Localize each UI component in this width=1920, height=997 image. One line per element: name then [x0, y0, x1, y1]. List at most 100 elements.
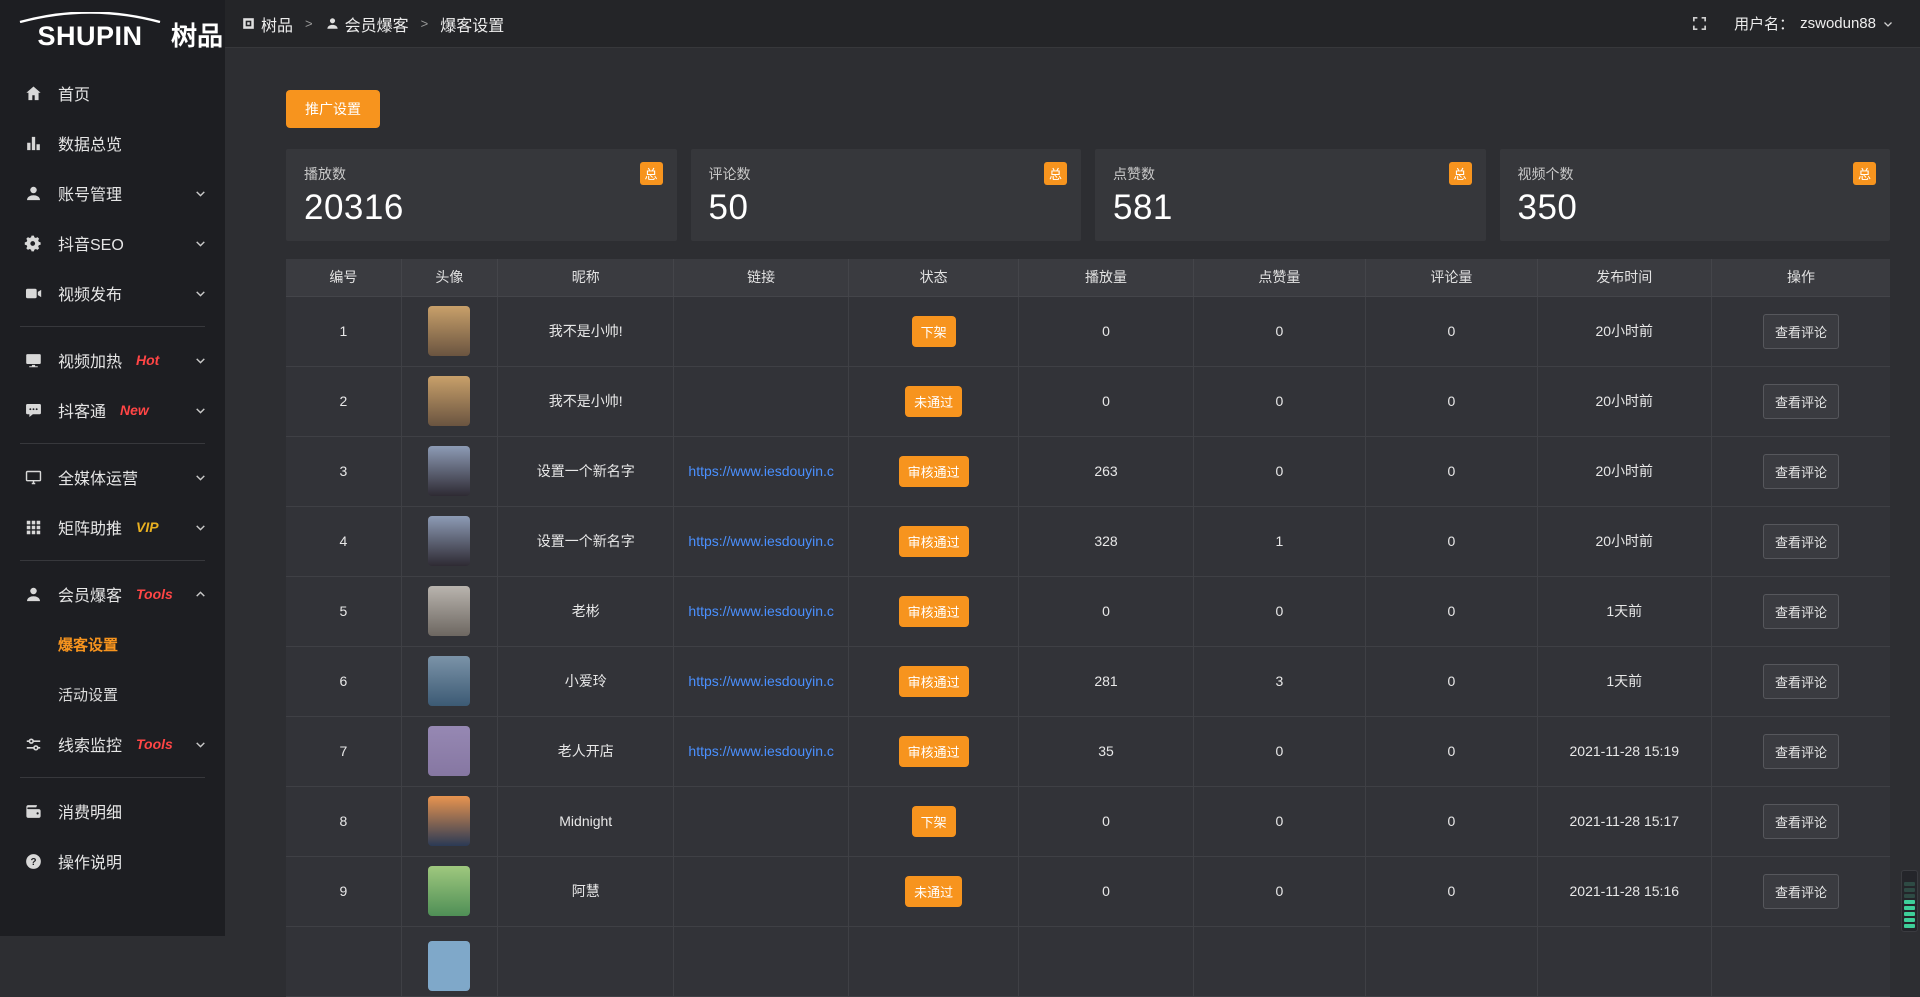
total-badge[interactable]: 总: [640, 162, 663, 185]
cell-nickname: 我不是小帅!: [498, 296, 674, 366]
breadcrumb-item-0[interactable]: 树品: [241, 12, 293, 36]
status-badge[interactable]: 审核通过: [899, 526, 969, 557]
cell-id: 2: [286, 366, 401, 436]
cell-id: 3: [286, 436, 401, 506]
cell-nickname: 小爱玲: [498, 646, 674, 716]
sidebar-item-clue-monitor[interactable]: 线索监控 Tools: [0, 719, 225, 769]
sidebar-item-douyin-seo[interactable]: 抖音SEO: [0, 218, 225, 268]
app-icon: [241, 16, 256, 31]
sidebar-subitem-baoke-settings[interactable]: 爆客设置: [0, 619, 225, 669]
cell-time: 1天前: [1537, 646, 1711, 716]
status-badge[interactable]: 审核通过: [899, 666, 969, 697]
sidebar-subitem-activity-settings[interactable]: 活动设置: [0, 669, 225, 719]
sidebar-item-badge: VIP: [136, 519, 159, 535]
breadcrumb-separator: >: [305, 16, 313, 31]
profile-link[interactable]: https://www.iesdouyin.c: [674, 673, 847, 689]
sidebar-item-media-ops[interactable]: 全媒体运营: [0, 452, 225, 502]
view-comments-button[interactable]: 查看评论: [1763, 734, 1839, 769]
sidebar-item-label: 消费明细: [58, 799, 122, 823]
sidebar-item-video-publish[interactable]: 视频发布: [0, 268, 225, 318]
profile-link[interactable]: https://www.iesdouyin.c: [674, 743, 847, 759]
cell-time: 20小时前: [1537, 296, 1711, 366]
table-row: 9 阿慧 未通过 0 0 0 2021-11-28 15:16 查看评论: [286, 856, 1890, 926]
status-badge[interactable]: 未通过: [905, 876, 962, 907]
cell-plays: 0: [1019, 856, 1193, 926]
sidebar-item-data-overview[interactable]: 数据总览: [0, 118, 225, 168]
status-badge[interactable]: 审核通过: [899, 456, 969, 487]
cell-id: 5: [286, 576, 401, 646]
cell-time: 2021-11-28 15:17: [1537, 786, 1711, 856]
total-badge[interactable]: 总: [1044, 162, 1067, 185]
cell-comments: 0: [1366, 856, 1537, 926]
total-badge[interactable]: 总: [1853, 162, 1876, 185]
promo-settings-button[interactable]: 推广设置: [286, 90, 380, 128]
view-comments-button[interactable]: 查看评论: [1763, 594, 1839, 629]
sidebar-item-member-baoke[interactable]: 会员爆客 Tools: [0, 569, 225, 619]
sidebar-item-home[interactable]: 首页: [0, 68, 225, 118]
stat-card-0: 播放数20316总: [286, 149, 677, 241]
gear-icon: [24, 234, 43, 253]
view-comments-button[interactable]: 查看评论: [1763, 524, 1839, 559]
cell-nickname: [498, 926, 674, 996]
profile-link[interactable]: https://www.iesdouyin.c: [674, 603, 847, 619]
sidebar-item-label: 线索监控: [58, 732, 122, 756]
status-badge[interactable]: 未通过: [905, 386, 962, 417]
table-row: 8 Midnight 下架 0 0 0 2021-11-28 15:17 查看评…: [286, 786, 1890, 856]
chevron-down-icon: [194, 404, 207, 417]
cell-status: 未通过: [848, 366, 1018, 436]
sidebar-item-badge: Hot: [136, 352, 159, 368]
cell-link: [674, 296, 848, 366]
user-icon: [325, 16, 340, 31]
profile-link[interactable]: https://www.iesdouyin.c: [674, 533, 847, 549]
cell-nickname: Midnight: [498, 786, 674, 856]
cell-avatar: [401, 856, 497, 926]
cell-likes: 1: [1193, 506, 1365, 576]
total-badge[interactable]: 总: [1449, 162, 1472, 185]
breadcrumb-item-1[interactable]: 会员爆客: [325, 12, 409, 36]
view-comments-button[interactable]: 查看评论: [1763, 804, 1839, 839]
status-badge[interactable]: 审核通过: [899, 596, 969, 627]
avatar: [428, 656, 470, 706]
status-badge[interactable]: 下架: [912, 316, 956, 347]
cell-action: 查看评论: [1711, 646, 1890, 716]
cell-id: 7: [286, 716, 401, 786]
cell-likes: [1193, 926, 1365, 996]
sidebar-item-account[interactable]: 账号管理: [0, 168, 225, 218]
view-comments-button[interactable]: 查看评论: [1763, 454, 1839, 489]
cell-id: 8: [286, 786, 401, 856]
sidebar-item-douketong[interactable]: 抖客通 New: [0, 385, 225, 435]
fullscreen-icon[interactable]: [1691, 15, 1708, 32]
sidebar-item-matrix-boost[interactable]: 矩阵助推 VIP: [0, 502, 225, 552]
cell-action: 查看评论: [1711, 296, 1890, 366]
cell-action: 查看评论: [1711, 436, 1890, 506]
cell-comments: 0: [1366, 436, 1537, 506]
column-header-8: 发布时间: [1537, 259, 1711, 296]
sidebar-item-label: 操作说明: [58, 849, 122, 873]
profile-link[interactable]: https://www.iesdouyin.c: [674, 463, 847, 479]
user-menu[interactable]: 用户名：zswodun88: [1734, 13, 1894, 34]
table-header-row: 编号头像昵称链接状态播放量点赞量评论量发布时间操作: [286, 259, 1890, 296]
bar-chart-icon: [24, 134, 43, 153]
svg-text:?: ?: [30, 856, 36, 867]
sidebar-item-expense-detail[interactable]: 消费明细: [0, 786, 225, 836]
sidebar-divider: [20, 560, 205, 561]
wallet-icon: [24, 802, 43, 821]
sidebar-item-video-heat[interactable]: 视频加热 Hot: [0, 335, 225, 385]
sidebar-item-help[interactable]: ? 操作说明: [0, 836, 225, 886]
view-comments-button[interactable]: 查看评论: [1763, 314, 1839, 349]
avatar: [428, 306, 470, 356]
status-badge[interactable]: 审核通过: [899, 736, 969, 767]
view-comments-button[interactable]: 查看评论: [1763, 874, 1839, 909]
cell-comments: 0: [1366, 366, 1537, 436]
cell-action: 查看评论: [1711, 366, 1890, 436]
username-label: 用户名：: [1734, 13, 1794, 34]
breadcrumb-item-2[interactable]: 爆客设置: [440, 12, 504, 36]
stat-label: 点赞数: [1113, 164, 1468, 184]
sidebar-item-label: 会员爆客: [58, 582, 122, 606]
status-badge[interactable]: 下架: [912, 806, 956, 837]
chevron-down-icon: [194, 187, 207, 200]
cell-likes: 0: [1193, 716, 1365, 786]
view-comments-button[interactable]: 查看评论: [1763, 384, 1839, 419]
view-comments-button[interactable]: 查看评论: [1763, 664, 1839, 699]
member-icon: [24, 585, 43, 604]
